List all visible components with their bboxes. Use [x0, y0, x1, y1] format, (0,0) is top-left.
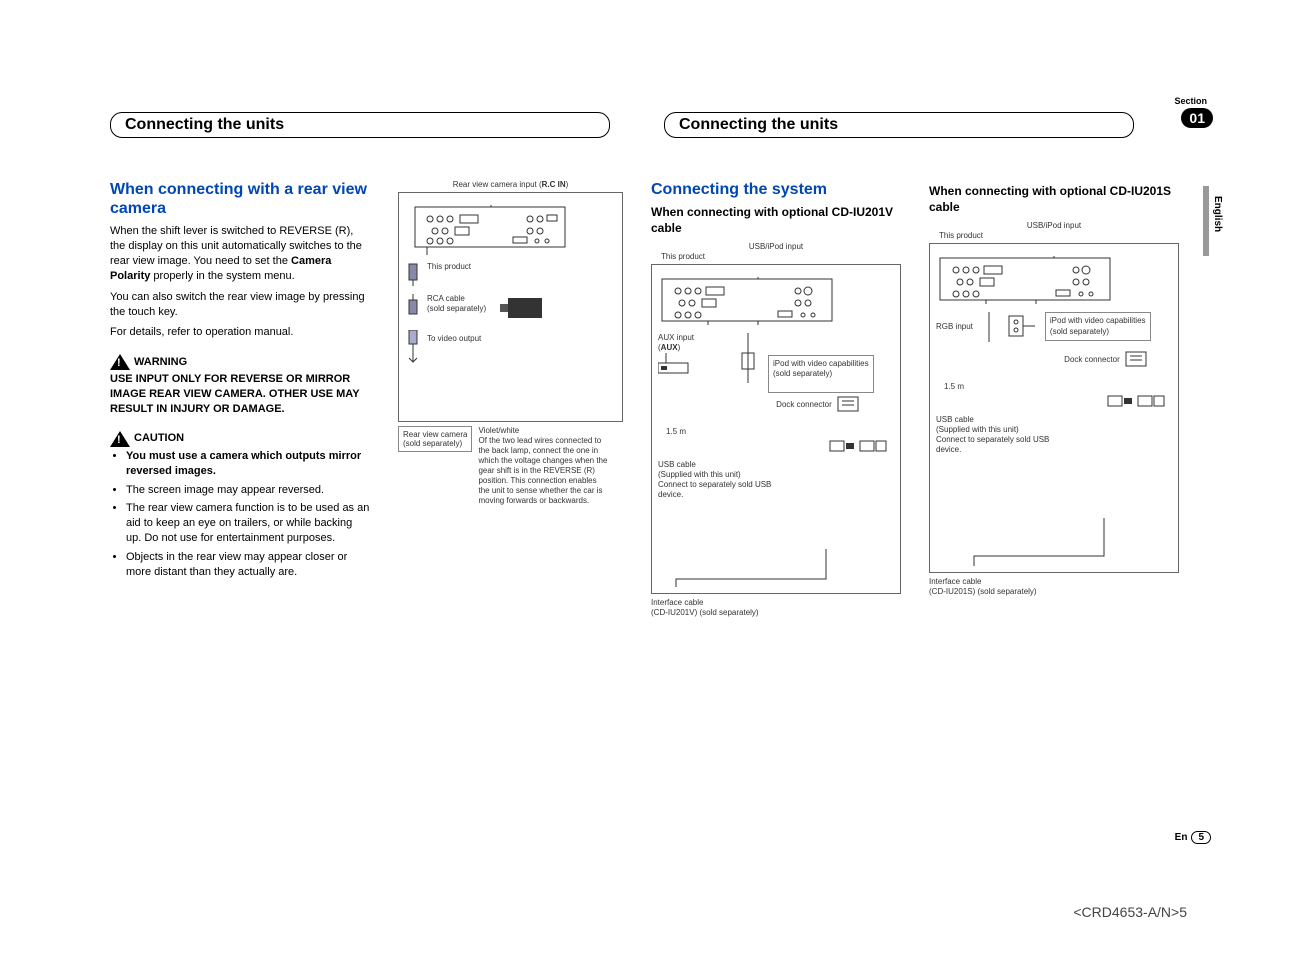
rgb-input-label: RGB input	[936, 322, 973, 332]
rear-camera-title: When connecting with a rear view camera	[110, 180, 370, 218]
cable-length-label: 1.5 m	[666, 427, 894, 437]
header-right: Connecting the units	[664, 112, 1134, 138]
aux-input-label: AUX input	[658, 333, 728, 343]
rear-camera-p1b: properly in the system menu.	[150, 270, 294, 282]
rc-in-label-b: )	[566, 180, 569, 189]
interface-cable-label-2: Interface cable	[929, 577, 1179, 587]
usb-ipod-input-label: USB/iPod input	[651, 242, 901, 252]
arrow-down-icon	[405, 348, 421, 368]
usb-connect-label: Connect to separately sold USB device.	[658, 480, 788, 500]
usb-supplied-label: (Supplied with this unit)	[658, 470, 894, 480]
column-cd-iu201s: When connecting with optional CD-IU201S …	[929, 180, 1179, 618]
column-connecting-system: Connecting the system When connecting wi…	[651, 180, 901, 618]
this-product-label-2: This product	[661, 252, 901, 262]
footer-reference: <CRD4653-A/N>5	[1073, 904, 1187, 920]
rear-camera-p3: For details, refer to operation manual.	[110, 325, 370, 340]
dock-connector-label-2: Dock connector	[1064, 355, 1120, 364]
usb-cable-label: USB cable	[658, 460, 894, 470]
caution-item-4: Objects in the rear view may appear clos…	[126, 550, 370, 580]
video-plug-icon	[405, 330, 421, 348]
usb-connector-icon	[828, 437, 888, 457]
rgb-connector-icon	[979, 312, 1039, 342]
column-rear-view-camera: When connecting with a rear view camera …	[110, 180, 370, 618]
interface-cable-model: (CD-IU201V) (sold separately)	[651, 608, 901, 618]
page-number: En 5	[1175, 831, 1211, 844]
interface-cable-line-icon	[656, 549, 836, 589]
head-unit-icon-3	[936, 256, 1116, 304]
rc-in-label-a: Rear view camera input (	[453, 180, 542, 189]
rca-sold-sep: (sold separately)	[427, 304, 486, 314]
usb-supplied-label-2: (Supplied with this unit)	[936, 425, 1172, 435]
usb-ipod-input-label-2: USB/iPod input	[929, 221, 1179, 231]
header-left: Connecting the units	[110, 112, 610, 138]
camera-icon	[500, 294, 550, 324]
warning-label: WARNING	[134, 355, 187, 370]
column-rear-camera-diagram: Rear view camera input (R.C IN)	[398, 180, 623, 618]
page-number-value: 5	[1191, 831, 1211, 844]
ipod-video-label: iPod with video capabilities	[773, 359, 869, 369]
usb-connect-label-2: Connect to separately sold USB device.	[936, 435, 1076, 455]
caution-label: CAUTION	[134, 431, 184, 446]
rc-in-label-bold: R.C IN	[542, 180, 566, 189]
this-product-label: This product	[427, 262, 471, 272]
ipod-sold-sep-2: (sold separately)	[1050, 327, 1146, 337]
violet-white-label: Violet/white	[478, 426, 608, 436]
dock-connector-icon	[834, 393, 864, 417]
dock-connector-icon-2	[1122, 348, 1152, 372]
language-tab: English	[1212, 196, 1223, 232]
rca-plug-icon	[405, 262, 421, 286]
interface-cable-label: Interface cable	[651, 598, 901, 608]
page-lang-code: En	[1175, 832, 1188, 843]
cable-length-label-2: 1.5 m	[944, 382, 1172, 392]
section-label: Section	[1174, 96, 1207, 106]
section-number-badge: 01	[1181, 108, 1213, 128]
language-indicator-bar	[1203, 186, 1209, 256]
aux-plug-icon	[658, 353, 698, 375]
caution-list: You must use a camera which outputs mirr…	[110, 449, 370, 580]
usb-cable-label-2: USB cable	[936, 415, 1172, 425]
aux-paren-close: )	[678, 343, 681, 352]
rca-plug-icon-2	[405, 294, 421, 316]
usb-connector-icon-2	[1106, 392, 1166, 412]
aux-bold: AUX	[661, 343, 678, 352]
interface-cable-line-icon-2	[934, 518, 1114, 568]
caution-item-1: You must use a camera which outputs mirr…	[126, 449, 370, 479]
violet-white-body: Of the two lead wires connected to the b…	[478, 436, 608, 506]
cd-iu201s-subtitle: When connecting with optional CD-IU201S …	[929, 184, 1179, 215]
ipod-video-label-2: iPod with video capabilities	[1050, 316, 1146, 326]
ipod-sold-sep: (sold separately)	[773, 369, 869, 379]
warning-icon	[110, 354, 130, 370]
to-video-output-label: To video output	[427, 334, 481, 344]
rear-view-camera-label: Rear view camera	[403, 430, 467, 439]
caution-item-2: The screen image may appear reversed.	[126, 483, 370, 498]
head-unit-icon	[405, 205, 575, 255]
this-product-label-3: This product	[939, 231, 1179, 241]
caution-item-3: The rear view camera function is to be u…	[126, 501, 370, 546]
rvc-sold-sep: (sold separately)	[403, 439, 467, 448]
usb-line-icon	[736, 333, 760, 393]
connecting-system-title: Connecting the system	[651, 180, 901, 199]
rca-cable-label: RCA cable	[427, 294, 486, 304]
head-unit-icon-2	[658, 277, 838, 325]
caution-icon	[110, 431, 130, 447]
rear-camera-p1: When the shift lever is switched to REVE…	[110, 224, 370, 283]
cd-iu201v-subtitle: When connecting with optional CD-IU201V …	[651, 205, 901, 236]
warning-body: USE INPUT ONLY FOR REVERSE OR MIRROR IMA…	[110, 372, 370, 417]
dock-connector-label: Dock connector	[776, 400, 832, 409]
rear-camera-p2: You can also switch the rear view image …	[110, 290, 370, 320]
interface-cable-model-2: (CD-IU201S) (sold separately)	[929, 587, 1179, 597]
